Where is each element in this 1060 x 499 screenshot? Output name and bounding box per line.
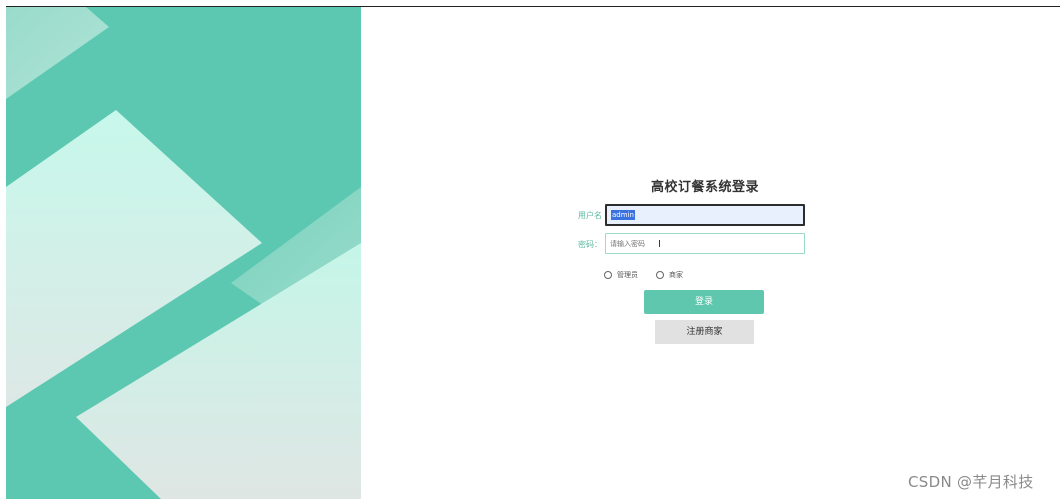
- password-input[interactable]: [605, 233, 805, 254]
- register-merchant-button[interactable]: 注册商家: [655, 320, 754, 344]
- login-button[interactable]: 登录: [644, 290, 764, 314]
- role-merchant-label: 商家: [669, 271, 683, 279]
- login-form: 高校订餐系统登录 用户名 admin 密码： I 管理员 商家 登录 注册商家: [556, 176, 816, 351]
- hero-background-panel: [6, 7, 361, 499]
- password-label: 密码：: [578, 240, 602, 249]
- radio-merchant-icon[interactable]: [656, 271, 664, 279]
- watermark-text: CSDN @芊月科技: [908, 473, 1034, 491]
- password-row: 密码： I: [556, 233, 816, 258]
- role-option-merchant[interactable]: 商家: [656, 269, 683, 281]
- role-selector: 管理员 商家: [604, 269, 754, 281]
- username-input[interactable]: [605, 204, 805, 226]
- role-option-admin[interactable]: 管理员: [604, 269, 638, 281]
- login-title: 高校订餐系统登录: [651, 180, 760, 195]
- hero-background-illustration: [6, 7, 361, 499]
- role-admin-label: 管理员: [617, 271, 638, 279]
- radio-admin-icon[interactable]: [604, 271, 612, 279]
- username-label: 用户名: [578, 211, 602, 220]
- username-row: 用户名 admin: [556, 204, 816, 229]
